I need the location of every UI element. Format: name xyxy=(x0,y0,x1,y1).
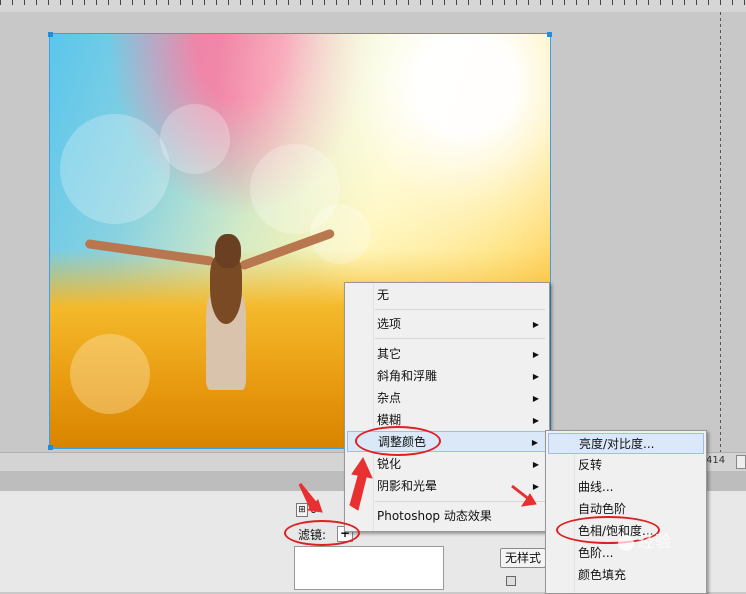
girl-arm-left xyxy=(84,238,215,266)
selection-handle-bl[interactable] xyxy=(48,445,53,450)
guide-line xyxy=(720,12,721,452)
submenu-item-invert[interactable]: 反转 xyxy=(548,455,704,476)
menu-item-other[interactable]: 其它 ▶ xyxy=(347,344,547,365)
menu-item-noise[interactable]: 杂点 ▶ xyxy=(347,388,547,409)
submenu-arrow-icon: ▶ xyxy=(532,320,539,329)
menu-item-photoshop-effects[interactable]: Photoshop 动态效果 xyxy=(347,506,547,527)
numeric-field[interactable]: 0 xyxy=(310,502,340,518)
submenu-arrow-icon: ▶ xyxy=(532,416,539,425)
menu-item-none[interactable]: 无 xyxy=(347,285,547,306)
girl-head xyxy=(215,234,241,268)
submenu-arrow-icon: ▶ xyxy=(532,482,539,491)
menu-item-options[interactable]: 选项 ▶ xyxy=(347,314,547,335)
adjust-color-submenu: 亮度/对比度... 反转 曲线... 自动色阶 色相/饱和度... 色阶... … xyxy=(545,430,707,594)
submenu-arrow-icon: ▶ xyxy=(532,460,539,469)
selection-handle-tl[interactable] xyxy=(48,32,53,37)
selection-handle-tr[interactable] xyxy=(547,32,552,37)
submenu-arrow-icon: ▶ xyxy=(532,372,539,381)
menu-item-shadow-glow[interactable]: 阴影和光晕 ▶ xyxy=(347,476,547,497)
submenu-item-color-fill[interactable]: 颜色填充 xyxy=(548,565,704,586)
submenu-arrow-icon: ▶ xyxy=(531,438,538,447)
watermark: 经验 xyxy=(618,528,672,552)
filter-context-menu: 无 选项 ▶ 其它 ▶ 斜角和浮雕 ▶ 杂点 ▶ 模糊 ▶ 调整颜色 ▶ 锐化 ▶ 阴影和光晕… xyxy=(344,282,550,532)
annotation-circle-filter xyxy=(284,520,360,546)
scroll-end-button[interactable] xyxy=(736,455,746,469)
menu-item-bevel-emboss[interactable]: 斜角和浮雕 ▶ xyxy=(347,366,547,387)
filter-list[interactable] xyxy=(294,546,444,590)
submenu-arrow-icon: ▶ xyxy=(532,350,539,359)
paw-icon xyxy=(618,534,634,551)
menu-item-sharpen[interactable]: 锐化 ▶ xyxy=(347,454,547,475)
submenu-item-curves[interactable]: 曲线... xyxy=(548,477,704,498)
annotation-circle-adjust-color xyxy=(355,426,441,456)
submenu-item-brightness-contrast[interactable]: 亮度/对比度... xyxy=(548,433,704,454)
top-ruler xyxy=(0,0,746,12)
submenu-arrow-icon: ▶ xyxy=(532,394,539,403)
grid-icon[interactable]: ⊞ xyxy=(296,503,308,517)
style-icon[interactable] xyxy=(506,576,516,586)
ruler-readout: 414 xyxy=(706,455,726,466)
no-style-button[interactable]: 无样式 xyxy=(500,548,546,568)
